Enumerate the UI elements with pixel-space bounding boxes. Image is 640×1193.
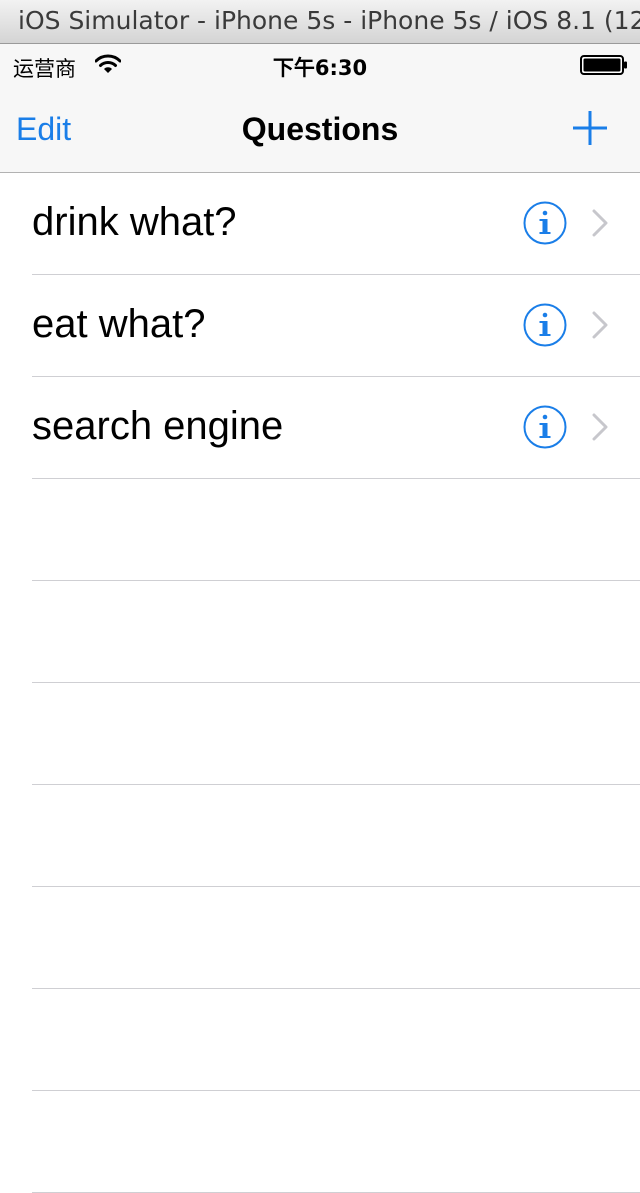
- battery-icon: [580, 55, 627, 75]
- plus-icon[interactable]: [572, 110, 608, 146]
- empty-row: [32, 479, 640, 581]
- simulator-title: iOS Simulator - iPhone 5s - iPhone 5s / …: [18, 6, 640, 35]
- edit-button[interactable]: Edit: [16, 111, 71, 148]
- empty-row: [32, 887, 640, 989]
- status-bar: 运营商 下午6:30: [0, 44, 640, 84]
- row-label: drink what?: [32, 200, 237, 244]
- info-icon[interactable]: [523, 303, 567, 347]
- table-row[interactable]: drink what?: [32, 173, 640, 275]
- table-row[interactable]: search engine: [32, 377, 640, 479]
- empty-row: [32, 683, 640, 785]
- chevron-right-icon: [592, 413, 608, 441]
- nav-title: Questions: [241, 111, 399, 147]
- navigation-bar: Edit Questions: [0, 84, 640, 173]
- status-clock: 下午6:30: [272, 56, 368, 80]
- row-label: search engine: [32, 404, 284, 448]
- table-row[interactable]: eat what?: [32, 275, 640, 377]
- chevron-right-icon: [592, 311, 608, 339]
- empty-row: [32, 581, 640, 683]
- empty-row: [32, 989, 640, 1091]
- simulator-title-bar: iOS Simulator - iPhone 5s - iPhone 5s / …: [0, 0, 640, 44]
- info-icon[interactable]: [523, 405, 567, 449]
- questions-table: drink what? eat what? search engine: [0, 173, 640, 1193]
- info-icon[interactable]: [523, 201, 567, 245]
- row-label: eat what?: [32, 302, 206, 346]
- chevron-right-icon: [592, 209, 608, 237]
- empty-row: [32, 785, 640, 887]
- empty-row: [32, 1091, 640, 1193]
